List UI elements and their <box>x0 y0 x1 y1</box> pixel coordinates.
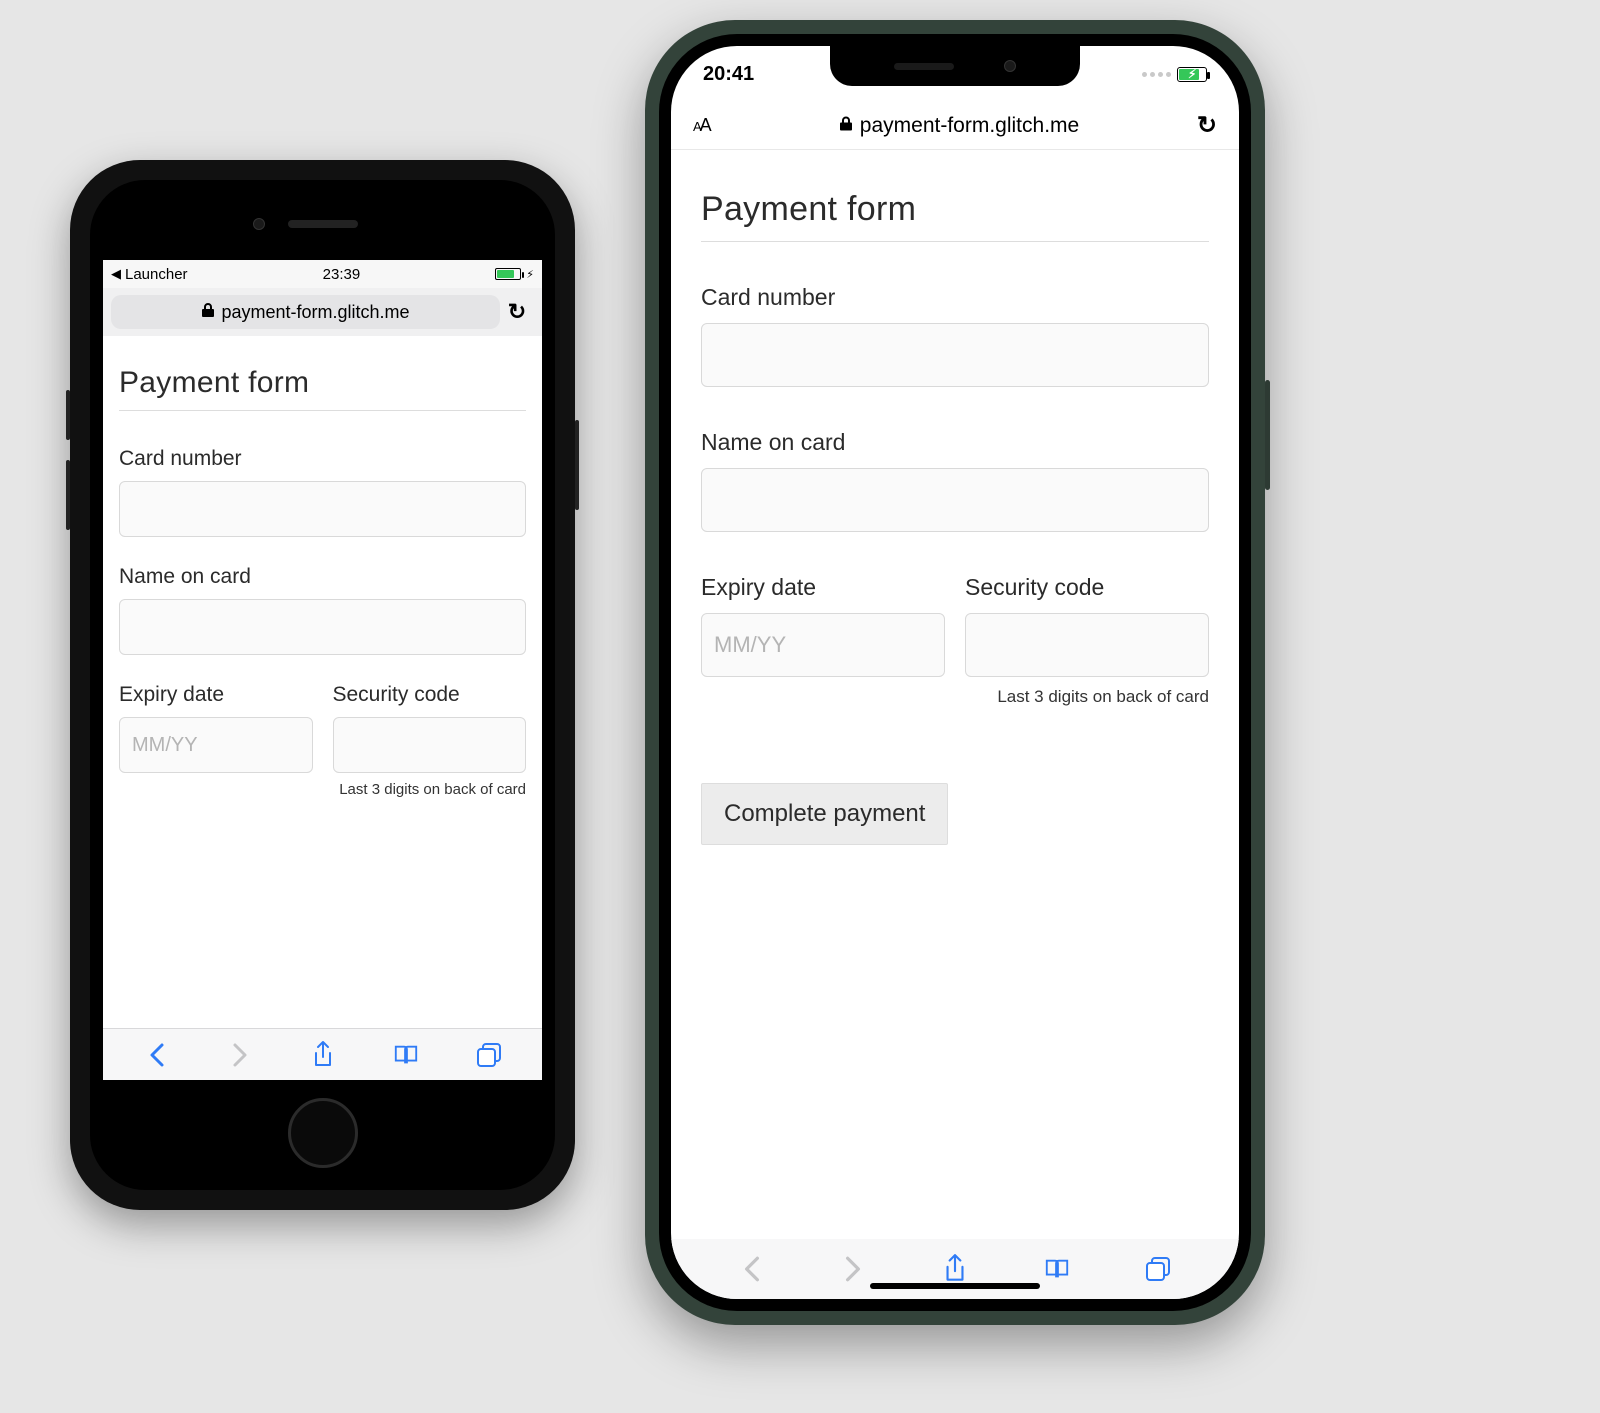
page-content: Payment form Card number Name on card Ex… <box>103 336 542 1028</box>
front-camera-icon <box>1004 60 1016 72</box>
reload-button[interactable]: ↻ <box>500 299 534 325</box>
share-button[interactable] <box>310 1042 336 1068</box>
security-code-label: Security code <box>333 683 527 707</box>
iphone-11-device: 20:41 ⚡︎ AA payment-form.glitch.me ↻ Pay… <box>645 20 1265 1325</box>
cellular-signal-icon <box>1142 72 1171 77</box>
safari-address-bar: AA payment-form.glitch.me ↻ <box>671 102 1239 150</box>
notch <box>830 46 1080 86</box>
lock-icon <box>201 302 215 323</box>
expiry-date-input[interactable] <box>119 717 313 773</box>
address-host: payment-form.glitch.me <box>860 114 1079 138</box>
home-indicator[interactable] <box>870 1283 1040 1289</box>
name-on-card-label: Name on card <box>701 429 1209 456</box>
share-button[interactable] <box>942 1256 968 1282</box>
security-code-input[interactable] <box>965 613 1209 677</box>
reload-button[interactable]: ↻ <box>1185 111 1217 140</box>
status-bar: ◀ Launcher 23:39 ⚡︎ <box>103 260 542 288</box>
address-field[interactable]: payment-form.glitch.me <box>111 295 500 329</box>
clock: 20:41 <box>703 63 754 86</box>
security-code-input[interactable] <box>333 717 527 773</box>
security-code-hint: Last 3 digits on back of card <box>965 687 1209 707</box>
iphone-8-device: ◀ Launcher 23:39 ⚡︎ payment-form.glitch.… <box>70 160 575 1210</box>
expiry-date-label: Expiry date <box>119 683 313 707</box>
address-host: payment-form.glitch.me <box>221 302 409 323</box>
page-title: Payment form <box>701 190 1209 242</box>
page-content: Payment form Card number Name on card Ex… <box>671 150 1239 1239</box>
safari-toolbar <box>103 1028 542 1080</box>
card-number-label: Card number <box>119 447 526 471</box>
forward-button[interactable] <box>227 1042 253 1068</box>
back-button[interactable] <box>739 1256 765 1282</box>
back-to-app-chevron-icon: ◀ <box>111 266 121 282</box>
name-on-card-input[interactable] <box>701 468 1209 532</box>
card-number-input[interactable] <box>701 323 1209 387</box>
card-number-label: Card number <box>701 284 1209 311</box>
battery-icon <box>495 268 521 280</box>
back-to-app-label[interactable]: Launcher <box>125 266 188 283</box>
complete-payment-button[interactable]: Complete payment <box>701 783 948 845</box>
safari-toolbar <box>671 1239 1239 1299</box>
bookmarks-button[interactable] <box>393 1042 419 1068</box>
security-code-label: Security code <box>965 574 1209 601</box>
address-field[interactable]: payment-form.glitch.me <box>733 114 1185 138</box>
name-on-card-input[interactable] <box>119 599 526 655</box>
battery-icon: ⚡︎ <box>1177 67 1207 82</box>
charging-icon: ⚡︎ <box>1188 67 1196 81</box>
bookmarks-button[interactable] <box>1044 1256 1070 1282</box>
clock: 23:39 <box>323 266 361 283</box>
name-on-card-label: Name on card <box>119 565 526 589</box>
home-button[interactable] <box>288 1098 358 1168</box>
expiry-date-label: Expiry date <box>701 574 945 601</box>
forward-button[interactable] <box>840 1256 866 1282</box>
charging-icon: ⚡︎ <box>526 268 534 281</box>
card-number-input[interactable] <box>119 481 526 537</box>
lock-icon <box>839 114 853 138</box>
expiry-date-input[interactable] <box>701 613 945 677</box>
tabs-button[interactable] <box>1145 1256 1171 1282</box>
tabs-button[interactable] <box>476 1042 502 1068</box>
back-button[interactable] <box>144 1042 170 1068</box>
security-code-hint: Last 3 digits on back of card <box>333 781 527 798</box>
text-size-button[interactable]: AA <box>693 115 733 136</box>
safari-address-bar: payment-form.glitch.me ↻ <box>103 288 542 336</box>
page-title: Payment form <box>119 366 526 411</box>
earpiece-icon <box>894 63 954 70</box>
